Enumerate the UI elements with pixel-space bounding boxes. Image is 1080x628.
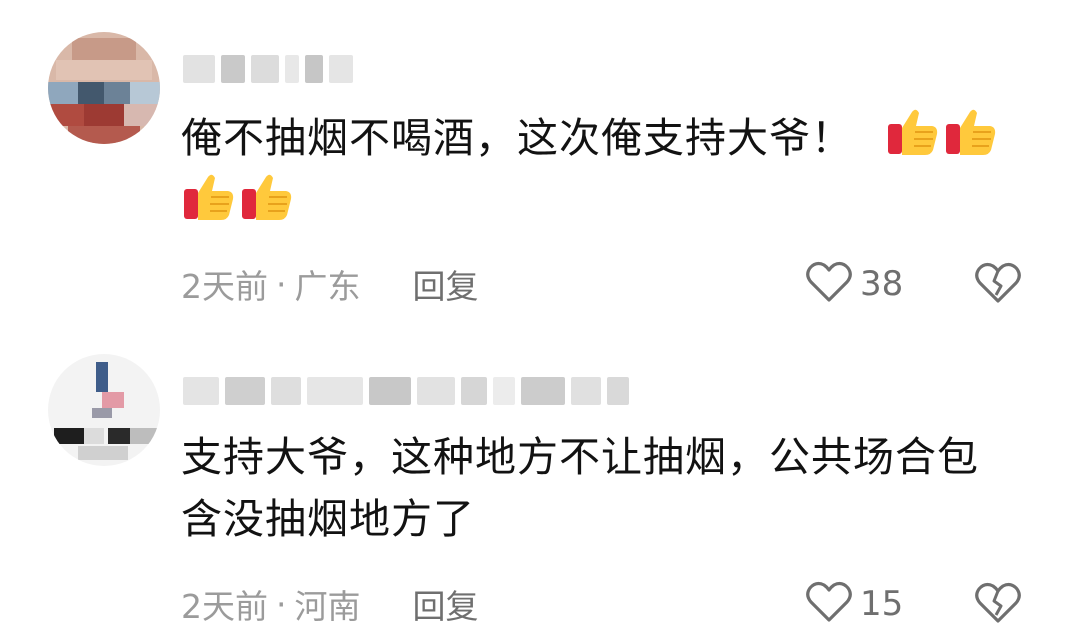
thumbs-up-emoji-icon (181, 169, 237, 225)
comment-location: 广东 (294, 267, 361, 306)
comment-item: 支持大爷，这种地方不让抽烟，公共场合包含没抽烟地方了 2天前 · 河南 回复 1… (0, 320, 1080, 627)
comment-text: 俺不抽烟不喝酒，这次俺支持大爷！ (181, 104, 1041, 234)
reply-button[interactable]: 回复 (413, 580, 479, 628)
comment-content: 支持大爷，这种地方不让抽烟，公共场合包含没抽烟地方了 (181, 433, 979, 543)
thumbs-up-emoji-icon (239, 169, 295, 225)
avatar[interactable] (48, 32, 160, 144)
comment-meta: 2天前 · 河南 回复 (181, 580, 479, 628)
dislike-button[interactable] (975, 582, 1021, 626)
avatar[interactable] (48, 354, 160, 466)
comment-location: 河南 (294, 587, 361, 626)
thumbs-up-emoji-icon (885, 104, 941, 160)
username-redacted[interactable] (183, 376, 629, 406)
reply-button[interactable]: 回复 (413, 260, 479, 308)
heart-outline-icon (806, 261, 852, 307)
like-button[interactable]: 15 (806, 581, 904, 627)
comment-time: 2天前 (181, 267, 268, 306)
username-redacted[interactable] (183, 54, 353, 84)
heart-outline-icon (806, 581, 852, 627)
thumbs-up-emoji-icon (943, 104, 999, 160)
broken-heart-icon (975, 582, 1021, 628)
comment-content: 俺不抽烟不喝酒，这次俺支持大爷！ (181, 114, 853, 162)
comment-text: 支持大爷，这种地方不让抽烟，公共场合包含没抽烟地方了 (181, 426, 1001, 550)
like-button[interactable]: 38 (806, 261, 904, 307)
like-count: 15 (860, 584, 904, 624)
broken-heart-icon (975, 262, 1021, 308)
comment-item: 俺不抽烟不喝酒，这次俺支持大爷！ 2天前 · 广东 回复 38 (0, 0, 1080, 320)
comment-time: 2天前 (181, 587, 268, 626)
comment-meta: 2天前 · 广东 回复 (181, 260, 479, 308)
meta-separator: · (276, 584, 287, 624)
meta-separator: · (276, 264, 287, 304)
like-count: 38 (860, 264, 904, 304)
dislike-button[interactable] (975, 262, 1021, 306)
